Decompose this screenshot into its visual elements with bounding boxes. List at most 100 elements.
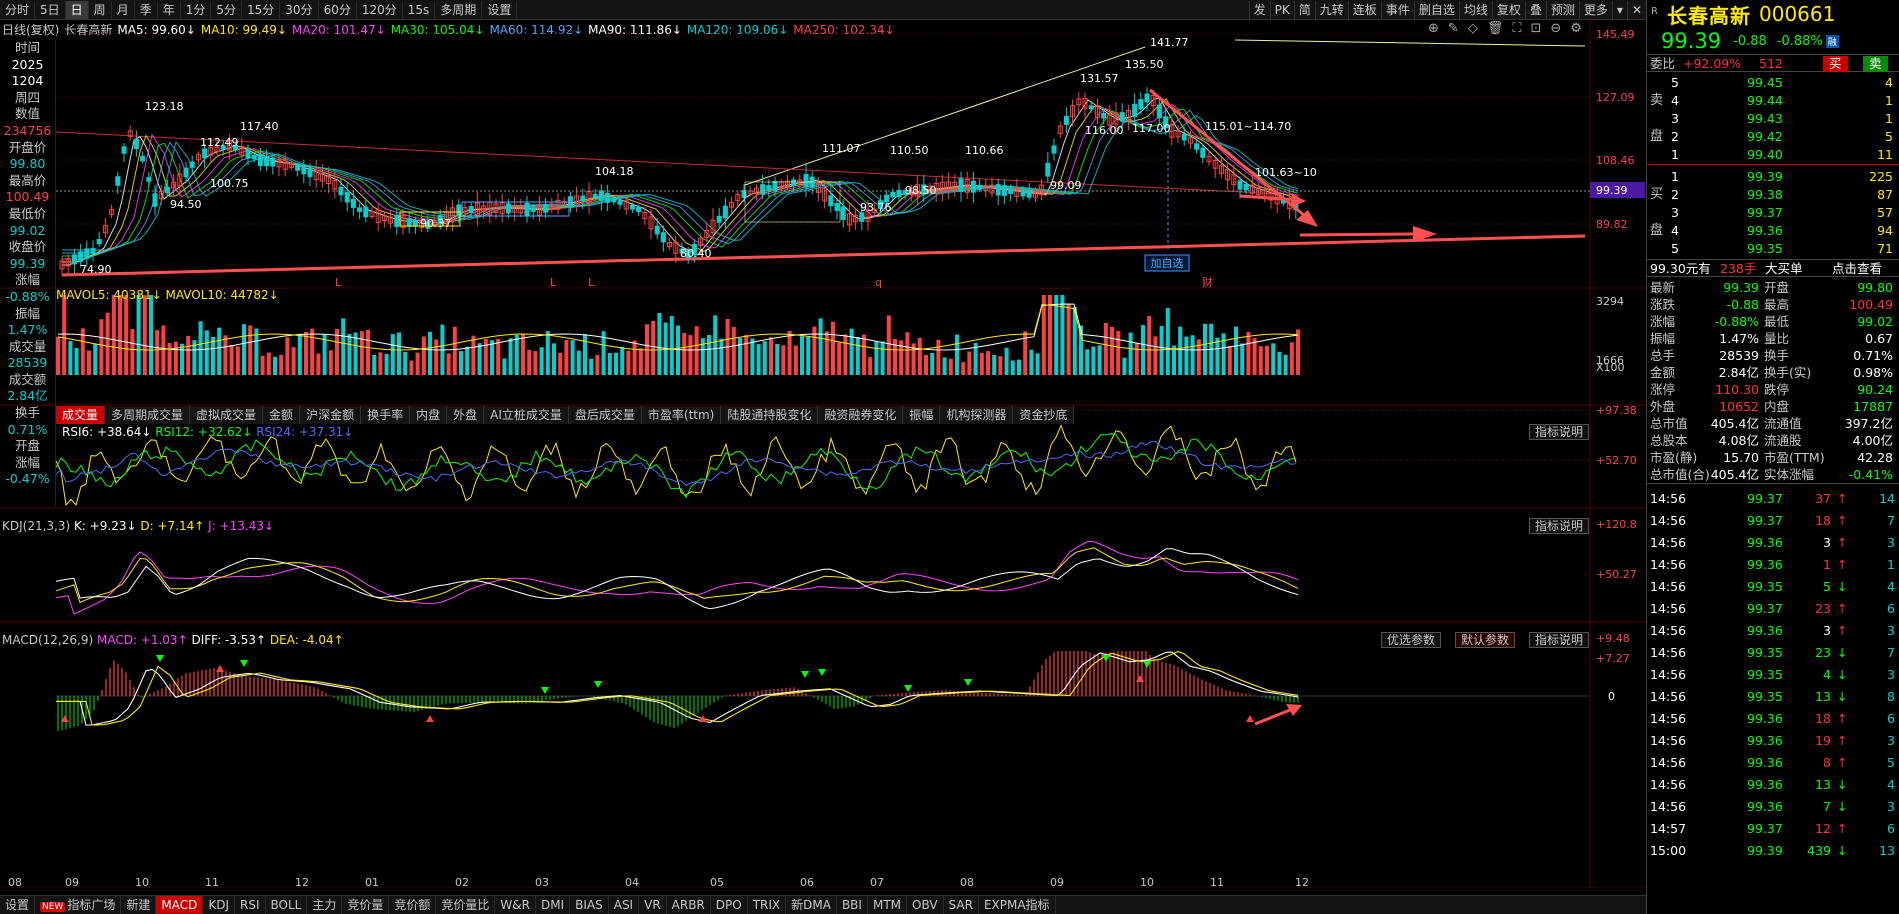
bottom-tab[interactable]: BBI (837, 896, 868, 914)
tick-count: 4 (1887, 579, 1895, 594)
bottom-tab[interactable]: EXPMA指标 (979, 896, 1056, 914)
rsi-help-button[interactable]: 指标说明 (1529, 424, 1590, 440)
bottom-tab[interactable]: BOLL (266, 896, 308, 914)
period-tab[interactable]: 1分 (181, 0, 212, 19)
bottom-tab[interactable]: VR (639, 896, 667, 914)
sell-button[interactable]: 卖 (1863, 56, 1888, 72)
volume-bar (539, 347, 544, 375)
toolbar-button[interactable]: 更多 (1578, 1, 1612, 19)
book-row[interactable]: 卖 4 99.44 1 (1647, 92, 1899, 110)
optimal-params-button[interactable]: 优选参数 (1381, 632, 1442, 648)
bottom-tab[interactable]: W&R (495, 896, 536, 914)
period-tab[interactable]: 30分 (280, 0, 319, 19)
last-price: 99.39 (1661, 29, 1722, 53)
book-row[interactable]: 盘 2 99.42 5 (1647, 128, 1899, 146)
toolbar-button[interactable]: 发 (1248, 1, 1270, 19)
indicator-tab[interactable]: 金额 (263, 406, 301, 424)
indicator-tab[interactable]: 内盘 (410, 406, 448, 424)
indicator-tab[interactable]: 沪深金额 (300, 406, 362, 424)
indicator-tab[interactable]: 成交量 (56, 406, 106, 424)
bottom-tab[interactable]: 新建 (121, 896, 157, 914)
period-tab[interactable]: 多周期 (435, 0, 483, 19)
book-row[interactable]: 1 99.39 225 (1647, 168, 1899, 186)
bottom-tab[interactable]: 主力 (307, 896, 343, 914)
book-row[interactable]: 3 99.43 1 (1647, 110, 1899, 128)
macd-help-button[interactable]: 指标说明 (1529, 632, 1590, 648)
bottom-tab[interactable]: ARBR (667, 896, 711, 914)
toolbar-button[interactable]: 预测 (1545, 1, 1579, 19)
bottom-tab[interactable]: BIAS (570, 896, 609, 914)
period-tab[interactable]: 5日 (35, 0, 66, 19)
chart-area[interactable]: 145.49 127.09 108.46 89.82 99.39 123.18 74.90 1… (0, 20, 1646, 888)
indicator-tab[interactable]: AI立桩成交量 (484, 406, 569, 424)
period-tab[interactable]: 周 (89, 0, 112, 19)
volume-bar (570, 340, 575, 375)
period-tab[interactable]: 日 (65, 0, 89, 19)
period-tab[interactable]: 分时 (0, 0, 36, 19)
toolbar-button[interactable]: 叠 (1524, 1, 1546, 19)
book-row[interactable]: 1 99.40 11 (1647, 146, 1899, 164)
toolbar-button[interactable]: 简 (1293, 1, 1315, 19)
toolbar-button[interactable]: PK (1269, 1, 1294, 19)
indicator-tab[interactable]: 陆股通持股变化 (721, 406, 819, 424)
period-tab[interactable]: 15分 (242, 0, 281, 19)
period-tab[interactable]: 120分 (357, 0, 403, 19)
indicator-tab[interactable]: 融资融券变化 (818, 406, 904, 424)
bottom-tab[interactable]: 竞价量 (342, 896, 390, 914)
toolbar-button[interactable]: 均线 (1458, 1, 1492, 19)
default-params-button[interactable]: 默认参数 (1455, 632, 1516, 648)
toolbar-button[interactable]: 事件 (1380, 1, 1414, 19)
bottom-tab[interactable]: 新DMA (786, 896, 837, 914)
book-row[interactable]: 买 2 99.38 87 (1647, 186, 1899, 204)
toolbar-button[interactable]: 删自选 (1413, 1, 1459, 19)
indicator-tab[interactable]: 振幅 (903, 406, 941, 424)
bottom-tab[interactable]: 竞价量比 (436, 896, 496, 914)
indicator-tab[interactable]: 机构探测器 (940, 406, 1014, 424)
period-tab[interactable]: 设置 (482, 0, 518, 19)
macd-value: MACD: +1.03↑ (96, 633, 188, 647)
buy-button[interactable]: 买 (1823, 56, 1848, 72)
indicator-tab[interactable]: 外盘 (447, 406, 485, 424)
toolbar-button[interactable]: 复权 (1491, 1, 1525, 19)
indicator-tab[interactable]: 资金抄底 (1013, 406, 1075, 424)
kdj-help-button[interactable]: 指标说明 (1529, 518, 1590, 534)
indicator-tab[interactable]: 市盈率(ttm) (641, 406, 722, 424)
toolbar-menu-icon[interactable]: ▾ (1611, 1, 1627, 19)
period-tab[interactable]: 年 (158, 0, 181, 19)
book-row[interactable]: 5 99.35 71 (1647, 240, 1899, 258)
toolbar-button[interactable]: 九转 (1314, 1, 1348, 19)
indicator-tab[interactable]: 多周期成交量 (105, 406, 191, 424)
bottom-tab[interactable]: NEW 指标广场 (35, 896, 122, 914)
bottom-tab[interactable]: DMI (536, 896, 571, 914)
big-order-view-link[interactable]: 点击查看 (1832, 260, 1882, 278)
book-row[interactable]: 3 99.37 57 (1647, 204, 1899, 222)
bottom-tab[interactable]: ASI (609, 896, 640, 914)
chart-canvas[interactable]: 145.49 127.09 108.46 89.82 99.39 123.18 74.90 1… (0, 20, 1646, 888)
bottom-tab[interactable]: MTM (868, 896, 908, 914)
indicator-tab[interactable]: 换手率 (361, 406, 411, 424)
bottom-tab[interactable]: 竞价额 (389, 896, 437, 914)
indicator-tab[interactable]: 虚拟成交量 (190, 406, 264, 424)
indicator-tab[interactable]: 盘后成交量 (568, 406, 642, 424)
bottom-tab[interactable]: KDJ (203, 896, 236, 914)
big-order-row[interactable]: 99.30元有 238手 大买单 点击查看 (1647, 259, 1899, 277)
bottom-tab[interactable]: SAR (944, 896, 979, 914)
bottom-tab[interactable]: DPO (711, 896, 748, 914)
bottom-tab[interactable]: MACD (156, 896, 204, 914)
toolbar-button[interactable]: 连板 (1347, 1, 1381, 19)
book-row[interactable]: 盘 4 99.36 94 (1647, 222, 1899, 240)
volume-bar (589, 358, 594, 375)
period-tab[interactable]: 季 (135, 0, 158, 19)
book-row[interactable]: 5 99.45 4 (1647, 74, 1899, 92)
bottom-tab[interactable]: OBV (907, 896, 944, 914)
period-tab[interactable]: 60分 (319, 0, 357, 19)
period-tab[interactable]: 15s (403, 0, 436, 19)
period-tab[interactable]: 月 (112, 0, 135, 19)
toolbar-close-icon[interactable]: ✕ (1626, 1, 1646, 19)
bottom-tab[interactable]: RSI (235, 896, 266, 914)
period-tab[interactable]: 5分 (211, 0, 243, 19)
bottom-tab[interactable]: TRIX (748, 896, 787, 914)
signal-arrow-icon (1136, 675, 1144, 682)
tick-direction-icon: ↓ (1837, 843, 1848, 858)
bottom-tab[interactable]: 设置 (0, 896, 36, 914)
